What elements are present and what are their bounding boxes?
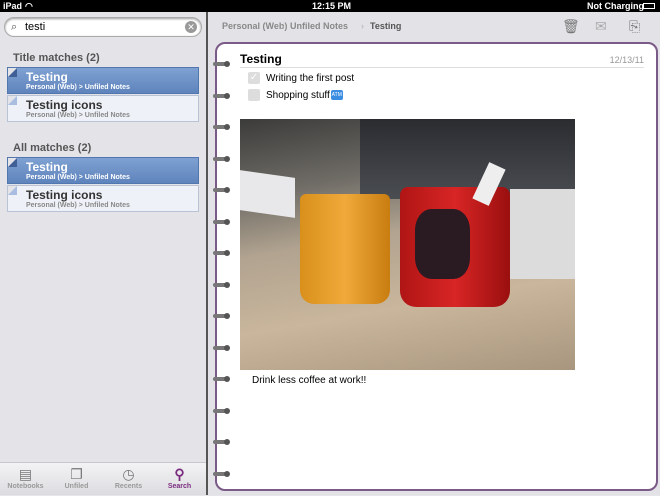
search-icon: ⚲ bbox=[174, 466, 185, 482]
binder-ring bbox=[213, 439, 230, 445]
list-item[interactable]: Testing Personal (Web) > Unfiled Notes bbox=[7, 157, 199, 184]
atm-emoji-icon: ATM bbox=[330, 90, 343, 101]
item-path: Personal (Web) > Unfiled Notes bbox=[26, 174, 130, 181]
item-title: Testing bbox=[26, 70, 68, 84]
checklist-item: Writing the first post bbox=[266, 73, 355, 84]
documents-icon: ❐ bbox=[70, 466, 83, 482]
checkbox[interactable] bbox=[248, 89, 260, 101]
binder-ring bbox=[213, 470, 230, 477]
note-pane: Personal (Web) › Unfiled Notes › Testing… bbox=[208, 12, 660, 495]
clear-search-button[interactable]: ✕ bbox=[185, 21, 197, 33]
search-icon: ⌕ bbox=[11, 21, 18, 33]
battery-icon bbox=[643, 3, 655, 9]
clock-icon: ◷ bbox=[122, 466, 135, 482]
mail-icon[interactable]: ✉ bbox=[595, 18, 607, 35]
note-fold-icon bbox=[8, 186, 17, 195]
note-date: 12/13/11 bbox=[609, 55, 644, 65]
note-fold-icon bbox=[8, 68, 17, 77]
tab-search[interactable]: ⚲ Search bbox=[154, 463, 205, 496]
mug-pattern bbox=[415, 209, 470, 279]
checklist-item: Shopping stuff ATM bbox=[266, 90, 343, 101]
list-item[interactable]: Testing icons Personal (Web) > Unfiled No… bbox=[7, 95, 199, 122]
item-title: Testing icons bbox=[26, 98, 103, 112]
all-matches-heading: All matches (2) bbox=[13, 142, 92, 154]
checkbox-checked[interactable]: ✓ bbox=[248, 72, 260, 84]
keyboard bbox=[240, 170, 295, 218]
tab-label: Unfiled bbox=[64, 483, 89, 490]
note-photo[interactable] bbox=[240, 119, 575, 370]
trash-icon[interactable]: 🗑 bbox=[562, 18, 580, 35]
binder-ring bbox=[213, 61, 230, 67]
binder-ring bbox=[213, 281, 230, 288]
binder-ring bbox=[213, 155, 230, 162]
orange-mug bbox=[300, 194, 390, 304]
note-caption: Drink less coffee at work!! bbox=[252, 375, 367, 386]
binder-ring bbox=[213, 407, 230, 414]
tab-unfiled[interactable]: ❐ Unfiled bbox=[51, 463, 102, 496]
binder-ring bbox=[213, 344, 230, 351]
item-title: Testing bbox=[26, 160, 68, 174]
binder-ring bbox=[213, 124, 230, 130]
breadcrumb-separator: › bbox=[281, 21, 284, 31]
wifi-icon: ◠ bbox=[25, 1, 33, 11]
tab-label: Notebooks bbox=[7, 483, 44, 490]
search-input[interactable]: ⌕ testi ✕ bbox=[4, 17, 202, 37]
item-path: Personal (Web) > Unfiled Notes bbox=[26, 112, 130, 119]
search-value: testi bbox=[25, 21, 46, 33]
status-bar: iPad ◠ 12:15 PM Not Charging bbox=[0, 0, 660, 12]
tab-label: Search bbox=[167, 483, 192, 490]
item-path: Personal (Web) > Unfiled Notes bbox=[26, 84, 130, 91]
binder-ring bbox=[213, 376, 230, 382]
item-path: Personal (Web) > Unfiled Notes bbox=[26, 202, 130, 209]
binder-ring bbox=[213, 313, 230, 319]
tab-notebooks[interactable]: ▤ Notebooks bbox=[0, 463, 51, 496]
device-name: iPad bbox=[3, 1, 23, 11]
clock: 12:15 PM bbox=[312, 1, 352, 11]
title-matches-heading: Title matches (2) bbox=[13, 52, 100, 64]
breadcrumb-current: Testing bbox=[370, 21, 402, 31]
battery-status: Not Charging bbox=[587, 1, 644, 11]
desk-object bbox=[510, 189, 575, 279]
breadcrumb-separator: › bbox=[361, 21, 364, 31]
new-note-icon[interactable]: ⎘ bbox=[629, 18, 640, 35]
note-fold-icon bbox=[8, 158, 17, 167]
tab-label: Recents bbox=[114, 483, 143, 490]
list-item[interactable]: Testing Personal (Web) > Unfiled Notes bbox=[7, 67, 199, 94]
tab-recents[interactable]: ◷ Recents bbox=[103, 463, 154, 496]
list-item[interactable]: Testing icons Personal (Web) > Unfiled No… bbox=[7, 185, 199, 212]
notebook-icon: ▤ bbox=[18, 466, 33, 482]
item-title: Testing icons bbox=[26, 188, 103, 202]
note-card: Testing 12/13/11 ✓ Writing the first pos… bbox=[213, 42, 658, 491]
binder-ring bbox=[213, 218, 230, 225]
title-divider bbox=[240, 67, 644, 68]
binder-ring bbox=[213, 187, 230, 193]
binder-ring bbox=[213, 250, 230, 256]
tab-bar: ▤ Notebooks ❐ Unfiled ◷ Recents ⚲ Search bbox=[0, 462, 206, 495]
binder-ring bbox=[213, 92, 230, 99]
note-title[interactable]: Testing bbox=[240, 52, 282, 66]
breadcrumb-notebook[interactable]: Personal (Web) bbox=[222, 21, 287, 31]
search-sidebar: ⌕ testi ✕ Title matches (2) Testing Perso… bbox=[0, 12, 206, 495]
note-fold-icon bbox=[8, 96, 17, 105]
breadcrumb-folder[interactable]: Unfiled Notes bbox=[290, 21, 348, 31]
